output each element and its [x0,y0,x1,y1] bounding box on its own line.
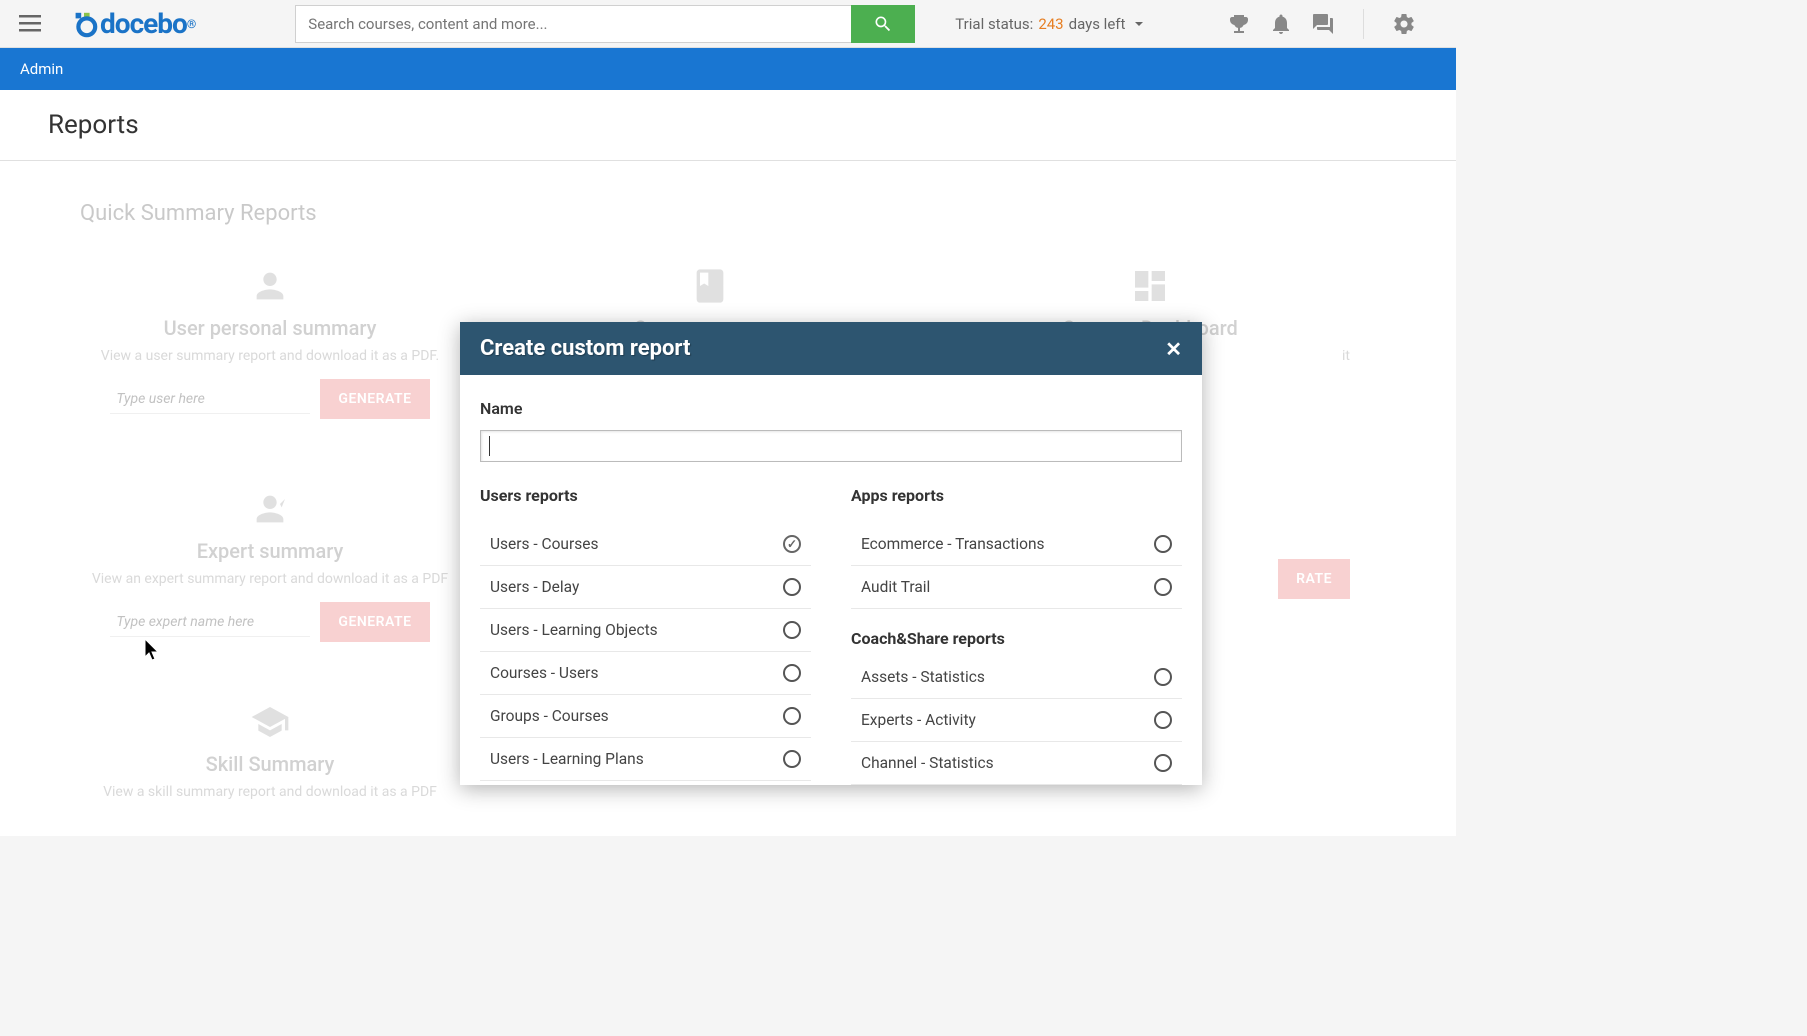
users-report-option[interactable]: Users - Courses [480,523,811,566]
search-icon [873,14,893,34]
caret-down-icon [1133,18,1145,30]
option-label: Courses - Users [490,664,598,682]
option-label: Groups - Courses [490,707,609,725]
report-name-input[interactable] [480,430,1182,462]
bell-icon[interactable] [1269,12,1293,36]
card-title: User personal summary [70,316,470,340]
search-wrap [295,5,915,43]
card-expert-summary: Expert summary View an expert summary re… [60,479,480,652]
card-skill-summary: Skill Summary View a skill summary repor… [60,692,480,825]
expert-input[interactable] [110,608,310,637]
option-label: Users - Delay [490,578,579,596]
card-title: Skill Summary [70,752,470,776]
search-input[interactable] [295,5,851,43]
generate-button-partial[interactable]: RATE [1278,559,1350,599]
card-desc: View an expert summary report and downlo… [70,571,470,587]
card-desc: View a skill summary report and download… [70,784,470,800]
user-input[interactable] [110,385,310,414]
brand-text: docebo [100,7,187,40]
radio-icon [783,707,801,725]
card-title: Expert summary [70,539,470,563]
radio-icon [783,750,801,768]
radio-icon [1154,668,1172,686]
card-desc: View a user summary report and download … [70,348,470,364]
search-button[interactable] [851,5,915,43]
users-report-option[interactable]: Courses - Users [480,652,811,695]
brand-logo[interactable]: docebo® [70,7,195,40]
radio-icon [1154,711,1172,729]
modal-title: Create custom report [480,336,690,361]
topbar-icons [1227,9,1446,39]
option-label: Experts - Activity [861,711,976,729]
quick-summary-title: Quick Summary Reports [80,201,1376,226]
radio-icon [1154,754,1172,772]
expert-icon [250,489,290,529]
hamburger-menu-icon[interactable] [10,0,50,48]
option-label: Channel - Statistics [861,754,994,772]
users-reports-heading: Users reports [480,486,811,505]
apps-report-option[interactable]: Audit Trail [851,566,1182,609]
docebo-logo-icon [70,10,98,38]
option-label: Ecommerce - Transactions [861,535,1045,553]
gear-icon[interactable] [1392,12,1416,36]
coach-report-option[interactable]: Experts - Activity [851,699,1182,742]
coach-report-option[interactable]: Channel - Statistics [851,742,1182,785]
option-label: Assets - Statistics [861,668,985,686]
page-header: Reports [0,90,1456,161]
users-reports-column: Users reports Users - Courses Users - Del… [480,486,811,785]
users-report-option[interactable]: Users - Learning Plans [480,738,811,781]
trial-prefix: Trial status: [955,15,1033,33]
breadcrumb-bar: Admin [0,48,1456,90]
trial-suffix: days left [1069,15,1126,33]
radio-icon [783,664,801,682]
coach-share-heading: Coach&Share reports [851,629,1182,648]
topbar-divider [1363,9,1364,39]
modal-header: Create custom report ✕ [460,322,1202,375]
name-field-label: Name [480,399,1182,418]
radio-icon [783,578,801,596]
option-label: Users - Learning Plans [490,750,644,768]
radio-icon [783,621,801,639]
apps-reports-heading: Apps reports [851,486,1182,505]
modal-body: Name Users reports Users - CoursesUsers … [460,375,1202,785]
user-icon [250,266,290,306]
radio-icon [1154,578,1172,596]
users-report-option[interactable]: Groups - Courses [480,695,811,738]
generate-button[interactable]: GENERATE [320,379,429,419]
trophy-icon[interactable] [1227,12,1251,36]
option-label: Users - Courses [490,535,598,553]
graduation-icon [250,702,290,742]
apps-report-option[interactable]: Ecommerce - Transactions [851,523,1182,566]
option-label: Users - Learning Objects [490,621,658,639]
radio-icon [783,535,801,553]
topbar: docebo® Trial status: 243 days left [0,0,1456,48]
breadcrumb-admin[interactable]: Admin [20,60,63,78]
chat-icon[interactable] [1311,12,1335,36]
dashboard-desc-tail: it [1342,348,1350,364]
option-label: Audit Trail [861,578,930,596]
book-icon [690,266,730,306]
trial-status-dropdown[interactable]: Trial status: 243 days left [955,15,1145,33]
coach-report-option[interactable]: Assets - Statistics [851,656,1182,699]
users-report-option[interactable]: Users - Delay [480,566,811,609]
trial-days-count: 243 [1038,15,1063,33]
radio-icon [1154,535,1172,553]
page-title: Reports [48,110,1408,140]
card-user-personal: User personal summary View a user summar… [60,256,480,429]
create-custom-report-modal: Create custom report ✕ Name Users report… [460,322,1202,785]
generate-button[interactable]: GENERATE [320,602,429,642]
modal-close-button[interactable]: ✕ [1165,337,1182,361]
users-report-option[interactable]: Users - Learning Objects [480,609,811,652]
dashboard-icon [1130,266,1170,306]
apps-reports-column: Apps reports Ecommerce - Transactions Aud… [851,486,1182,785]
